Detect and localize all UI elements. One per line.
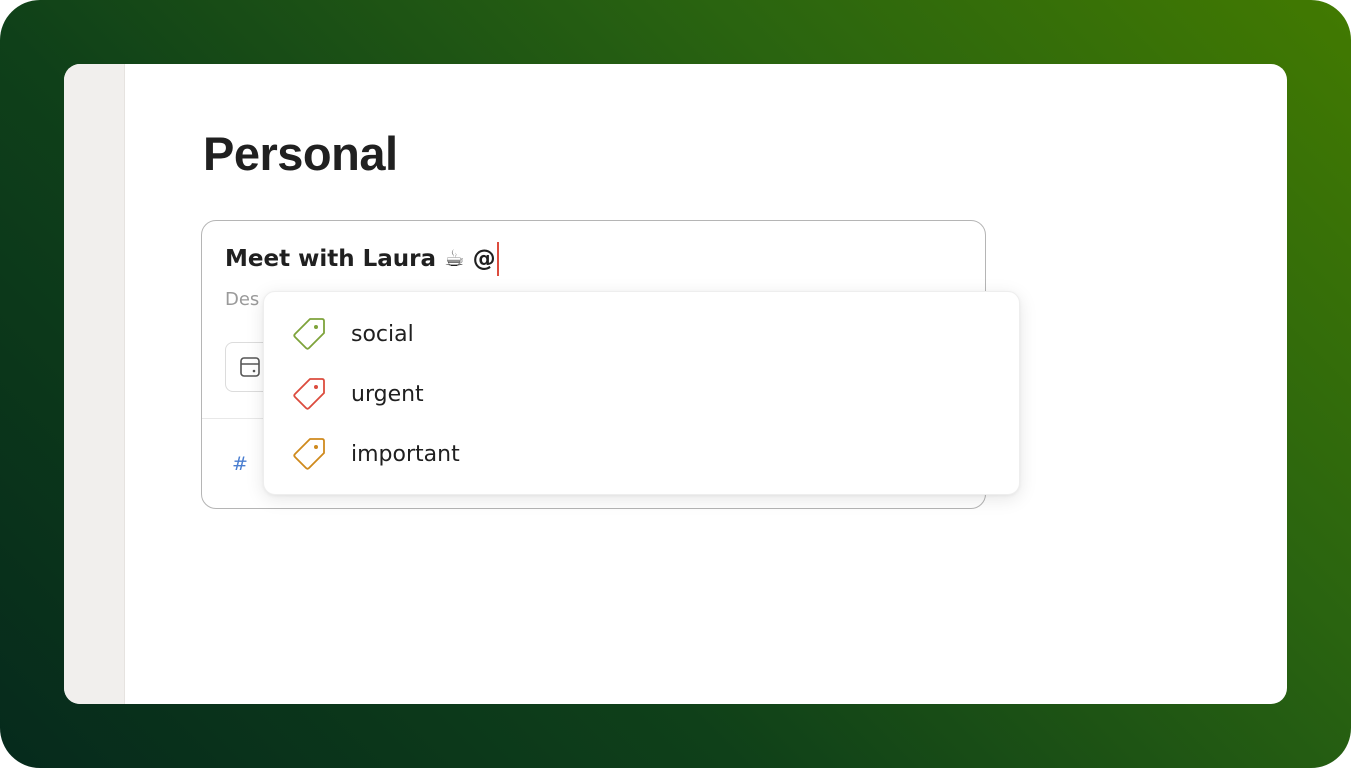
label-option-important[interactable]: important [264,424,1019,484]
task-name-text: Meet with Laura ☕ @ [225,246,496,272]
label-option-text: social [351,321,414,347]
label-option-text: important [351,441,460,467]
label-option-text: urgent [351,381,424,407]
project-hash-icon[interactable]: # [232,453,248,475]
label-option-urgent[interactable]: urgent [264,364,1019,424]
tag-icon [292,377,326,411]
background-frame: Personal Meet with Laura ☕ @ Des # socia… [0,0,1351,768]
text-cursor [496,242,499,276]
calendar-icon [240,357,260,377]
app-window: Personal Meet with Laura ☕ @ Des # socia… [64,64,1287,704]
tag-icon [292,437,326,471]
label-option-social[interactable]: social [264,304,1019,364]
page-title: Personal [203,127,398,180]
tag-icon [292,317,326,351]
sidebar [64,64,125,704]
description-input[interactable]: Des [225,289,265,310]
task-name-input[interactable]: Meet with Laura ☕ @ [225,242,499,276]
label-suggestions-dropdown: social urgent important [263,291,1020,495]
